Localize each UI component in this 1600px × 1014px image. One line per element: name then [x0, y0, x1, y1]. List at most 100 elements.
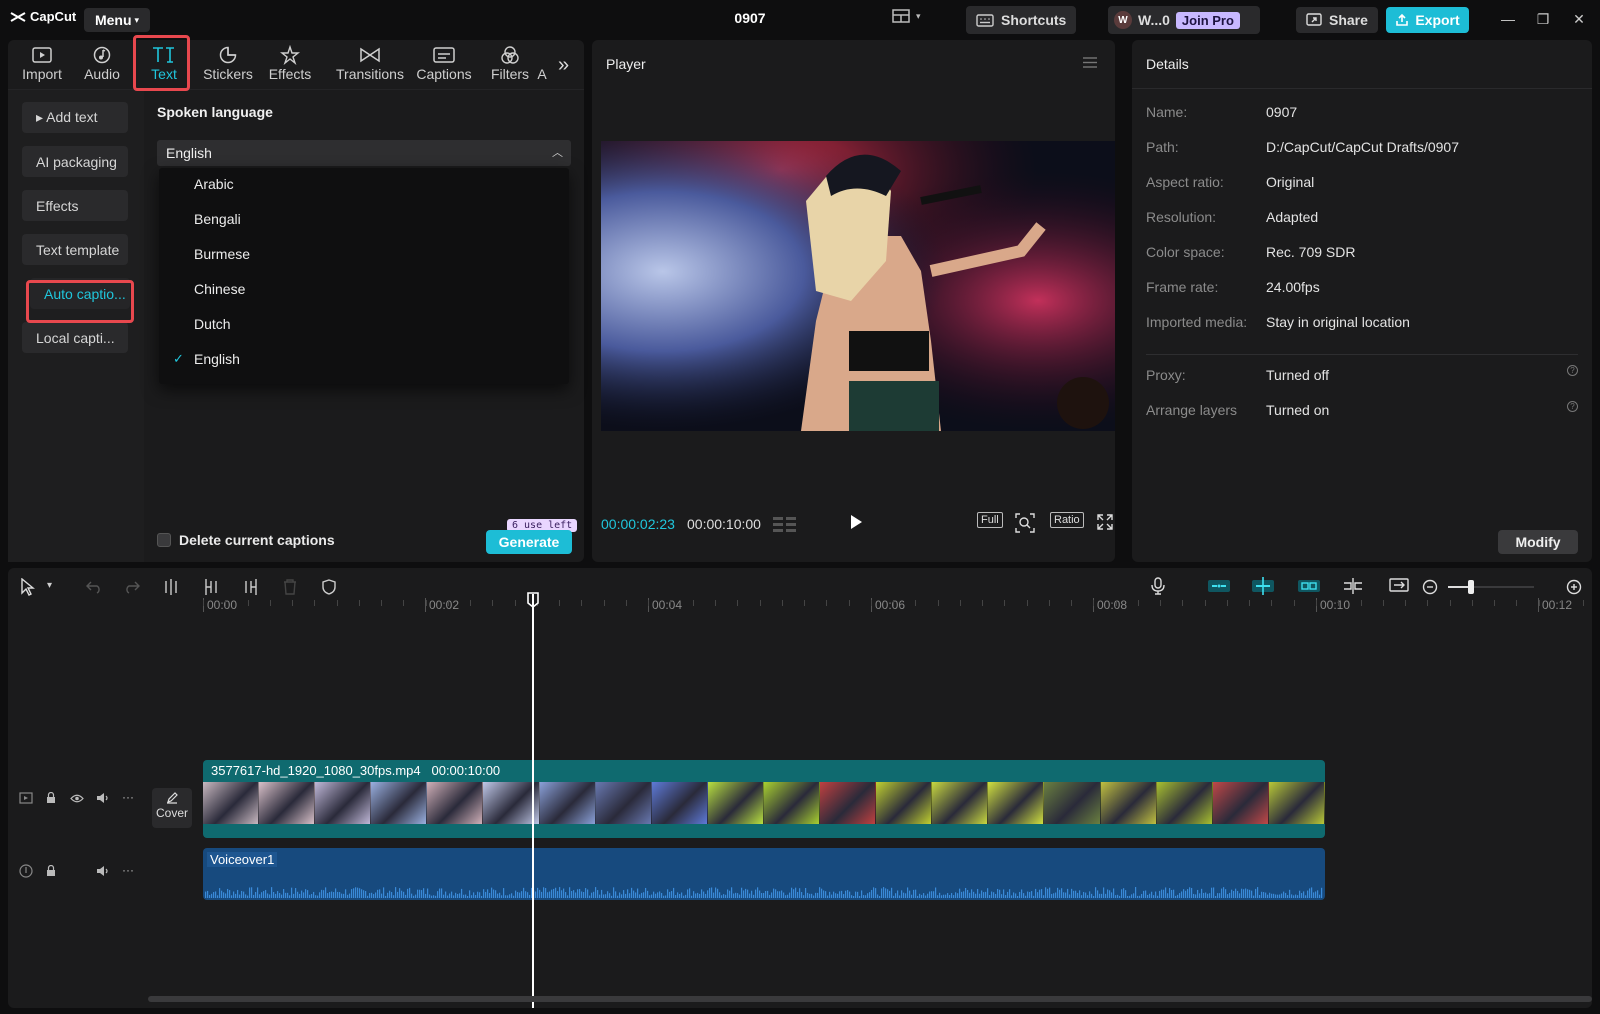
category-ai-packaging[interactable]: AI packaging — [22, 146, 128, 177]
auto-snap-icon[interactable] — [1252, 577, 1274, 595]
waveform-bar — [1041, 889, 1043, 898]
play-icon[interactable] — [849, 514, 863, 530]
close-icon[interactable]: ✕ — [1570, 10, 1588, 28]
detail-value: Adapted — [1266, 209, 1319, 225]
more-icon[interactable]: ··· — [122, 863, 134, 877]
category-local-captions[interactable]: Local capti... — [22, 322, 128, 353]
delete-icon[interactable] — [283, 579, 297, 595]
hamburger-icon[interactable] — [1083, 57, 1097, 68]
more-icon[interactable]: ··· — [122, 790, 134, 804]
zoom-out-icon[interactable] — [1422, 579, 1438, 595]
spoken-language-select[interactable]: English ︿ — [157, 140, 571, 166]
language-option-english[interactable]: English — [194, 351, 240, 367]
more-tabs-icon[interactable]: » — [558, 54, 569, 77]
full-quality-button[interactable]: Full — [977, 512, 1003, 528]
user-account[interactable]: W W...0 Join Pro — [1108, 6, 1260, 34]
speaker-icon[interactable] — [96, 865, 110, 877]
category-text-template[interactable]: Text template — [22, 234, 128, 265]
select-cursor-icon[interactable] — [20, 578, 36, 596]
playhead[interactable] — [532, 594, 534, 1008]
waveform-bar — [859, 895, 861, 898]
tab-audio[interactable]: Audio — [72, 44, 132, 88]
shortcuts-button[interactable]: Shortcuts — [966, 6, 1077, 34]
total-timecode: 00:00:10:00 — [687, 516, 761, 532]
language-option-burmese[interactable]: Burmese — [194, 246, 250, 262]
share-label: Share — [1329, 12, 1368, 28]
redo-icon[interactable] — [124, 580, 140, 594]
tab-captions[interactable]: Captions — [412, 44, 476, 88]
category-add-text[interactable]: ▸ Add text — [22, 102, 128, 133]
info-icon[interactable]: ? — [1567, 365, 1578, 376]
minimize-icon[interactable]: — — [1499, 10, 1517, 28]
waveform-bar — [247, 895, 249, 898]
tab-import[interactable]: Import — [12, 44, 72, 88]
grid-view-icon[interactable] — [773, 517, 797, 533]
language-option-dutch[interactable]: Dutch — [194, 316, 231, 332]
shield-icon[interactable] — [322, 579, 336, 595]
join-pro-badge[interactable]: Join Pro — [1175, 11, 1240, 29]
cover-button[interactable]: Cover — [152, 788, 192, 828]
fit-timeline-icon[interactable] — [1389, 578, 1409, 594]
tab-effects[interactable]: Effects — [260, 44, 320, 88]
menu-button[interactable]: Menu ▾ — [84, 8, 150, 32]
waveform-bar — [707, 890, 709, 898]
undo-icon[interactable] — [86, 580, 102, 594]
microphone-icon[interactable] — [1151, 577, 1165, 595]
horizontal-scrollbar[interactable] — [148, 996, 1592, 1002]
language-option-arabic[interactable]: Arabic — [194, 176, 234, 192]
waveform-bar — [341, 893, 343, 898]
tab-transitions[interactable]: Transitions — [334, 44, 406, 88]
waveform-bar — [775, 889, 777, 898]
main-track-magnet-icon[interactable] — [1208, 580, 1230, 592]
tab-adjust-truncated[interactable]: A — [532, 44, 552, 88]
ruler-tick — [247, 600, 249, 606]
zoom-slider-handle[interactable] — [1468, 580, 1474, 594]
chevron-down-icon[interactable]: ▾ — [47, 580, 52, 591]
category-effects[interactable]: Effects — [22, 190, 128, 221]
info-icon[interactable]: ? — [1567, 401, 1578, 412]
fullscreen-icon[interactable] — [1097, 514, 1113, 530]
split-icon[interactable] — [164, 579, 178, 595]
language-option-bengali[interactable]: Bengali — [194, 211, 241, 227]
delete-captions-checkbox[interactable] — [157, 533, 171, 547]
audio-clip[interactable]: Voiceover1 — [203, 848, 1325, 900]
waveform-bar — [527, 892, 529, 898]
video-preview[interactable] — [601, 141, 1115, 431]
time-ruler[interactable]: 00:00 00:02 00:04 00:06 00:08 00:10 00:1… — [203, 598, 1592, 618]
waveform-bar — [1319, 894, 1321, 898]
tab-filters[interactable]: Filters — [480, 44, 540, 88]
waveform-bar — [1121, 889, 1123, 898]
modify-button[interactable]: Modify — [1498, 530, 1578, 554]
ratio-button[interactable]: Ratio — [1050, 512, 1084, 528]
waveform-bar — [251, 887, 253, 898]
restore-icon[interactable]: ❐ — [1534, 10, 1552, 28]
generate-button[interactable]: Generate — [486, 530, 572, 554]
waveform-bar — [327, 893, 329, 898]
speaker-icon[interactable] — [96, 792, 110, 804]
preview-axis-icon[interactable] — [1343, 578, 1363, 594]
trim-left-icon[interactable] — [204, 579, 218, 595]
language-option-chinese[interactable]: Chinese — [194, 281, 245, 297]
waveform-bar — [207, 890, 209, 898]
lock-icon[interactable] — [46, 792, 56, 804]
lock-icon[interactable] — [46, 865, 56, 877]
linkage-icon[interactable] — [1298, 580, 1320, 592]
waveform-bar — [869, 892, 871, 898]
waveform-bar — [1087, 895, 1089, 898]
eye-icon[interactable] — [70, 794, 84, 803]
zoom-in-icon[interactable] — [1566, 579, 1582, 595]
export-button[interactable]: Export — [1386, 7, 1469, 33]
share-button[interactable]: Share — [1296, 7, 1378, 33]
delete-captions-row[interactable]: Delete current captions — [157, 532, 335, 548]
waveform-bar — [877, 894, 879, 898]
video-clip[interactable]: 3577617-hd_1920_1080_30fps.mp4 00:00:10:… — [203, 760, 1325, 838]
concert-singer-image — [601, 141, 1115, 431]
clip-title: 3577617-hd_1920_1080_30fps.mp4 00:00:10:… — [211, 763, 500, 778]
waveform-bar — [967, 889, 969, 898]
trim-right-icon[interactable] — [244, 579, 258, 595]
waveform-bar — [353, 888, 355, 898]
zoom-fit-icon[interactable] — [1015, 513, 1035, 533]
waveform-bar — [745, 888, 747, 898]
tab-stickers[interactable]: Stickers — [198, 44, 258, 88]
layout-button[interactable]: ▾ — [892, 9, 921, 23]
